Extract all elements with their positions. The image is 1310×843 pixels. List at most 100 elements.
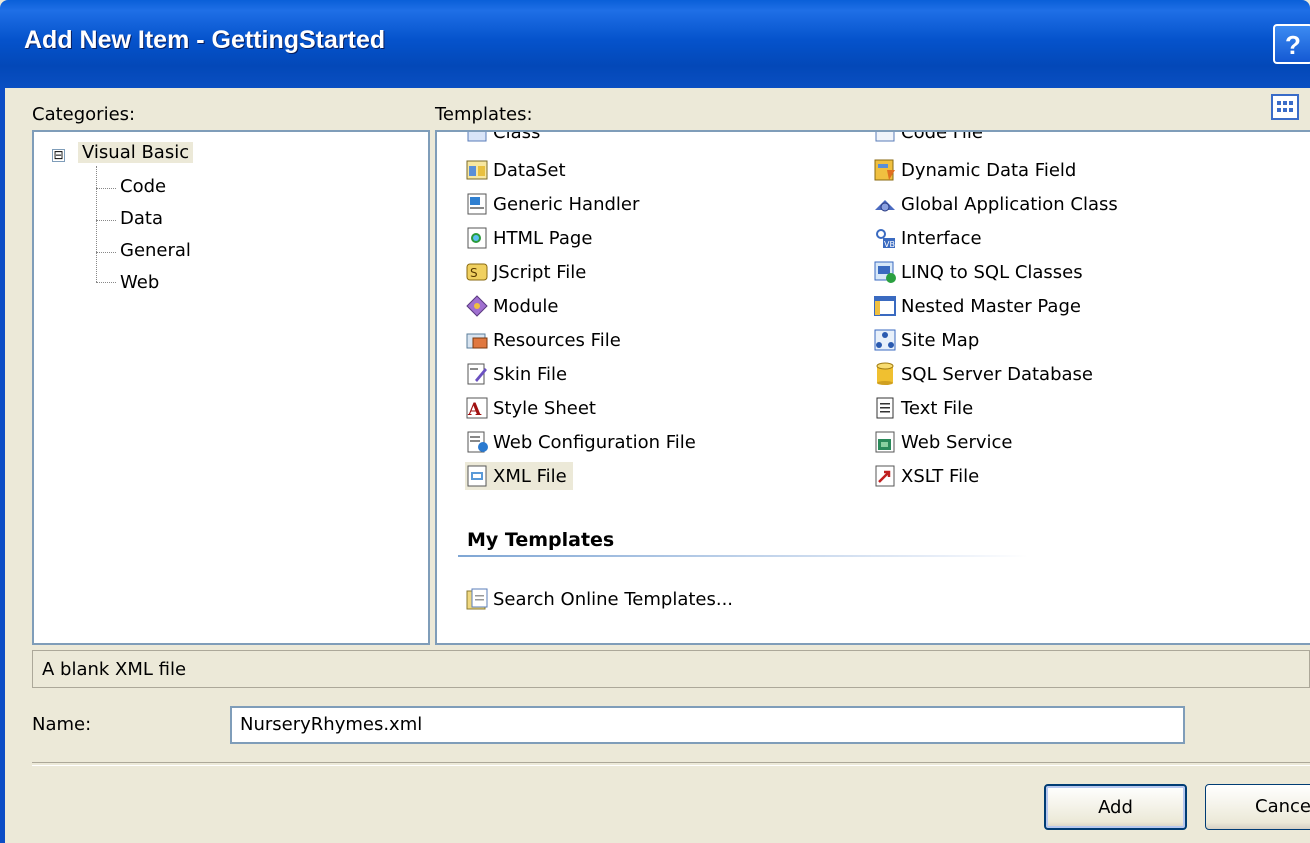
template-label: DataSet xyxy=(493,159,566,181)
xml-file-icon xyxy=(467,465,487,487)
name-label: Name: xyxy=(32,714,92,735)
interface-icon: VB xyxy=(876,229,895,249)
cancel-button[interactable]: Cance xyxy=(1205,784,1310,830)
code-file-icon xyxy=(875,132,895,142)
template-generic-handler[interactable]: Generic Handler xyxy=(465,190,639,218)
my-templates-heading: My Templates xyxy=(467,529,615,551)
generic-handler-icon xyxy=(467,193,487,215)
template-dataset[interactable]: DataSet xyxy=(465,156,566,184)
xslt-file-icon xyxy=(875,465,895,487)
module-icon xyxy=(466,295,488,317)
template-label: Text File xyxy=(901,397,974,419)
view-grid-icon[interactable] xyxy=(1270,93,1300,121)
template-label: Search Online Templates... xyxy=(493,588,734,610)
window-title: Add New Item - GettingStarted xyxy=(24,26,386,54)
template-site-map[interactable]: Site Map xyxy=(873,326,979,354)
template-code-file[interactable]: Code File xyxy=(873,130,983,146)
template-label: Nested Master Page xyxy=(901,295,1081,317)
template-global-application-class[interactable]: Global Application Class xyxy=(873,190,1118,218)
site-map-icon xyxy=(874,329,896,351)
template-sql-server-database[interactable]: SQL Server Database xyxy=(873,360,1093,388)
jscript-file-icon: S xyxy=(466,263,488,281)
sql-database-icon xyxy=(876,362,894,385)
template-interface[interactable]: VB Interface xyxy=(873,224,982,252)
tree-node-data[interactable]: Data xyxy=(120,208,163,229)
help-icon: ? xyxy=(1285,30,1301,60)
tree-node-code[interactable]: Code xyxy=(120,176,166,197)
template-label: Web Service xyxy=(901,431,1013,453)
tree-line xyxy=(96,252,116,253)
collapse-icon[interactable]: ⊟ xyxy=(52,149,65,162)
template-dynamic-data-field[interactable]: Dynamic Data Field xyxy=(873,156,1076,184)
template-label: Site Map xyxy=(901,329,980,351)
description-bar: A blank XML file xyxy=(32,650,1310,688)
section-divider xyxy=(458,555,1028,557)
web-config-icon xyxy=(467,431,488,453)
template-search-online[interactable]: Search Online Templates... xyxy=(465,585,733,613)
help-button[interactable]: ? xyxy=(1273,24,1310,64)
window-frame xyxy=(0,88,5,843)
template-label: Module xyxy=(493,295,559,317)
template-label: Web Configuration File xyxy=(493,431,696,453)
svg-text:VB: VB xyxy=(884,240,895,249)
name-input[interactable]: NurseryRhymes.xml xyxy=(230,706,1185,744)
template-html-page[interactable]: HTML Page xyxy=(465,224,592,252)
tree-node-general[interactable]: General xyxy=(120,240,191,261)
template-label: Skin File xyxy=(493,363,568,385)
template-label: XML File xyxy=(493,465,567,487)
tree-node-visual-basic[interactable]: Visual Basic xyxy=(78,142,194,163)
tree-line xyxy=(96,220,116,221)
template-resources-file[interactable]: Resources File xyxy=(465,326,621,354)
template-label: Dynamic Data Field xyxy=(901,159,1077,181)
template-module[interactable]: Module xyxy=(465,292,558,320)
template-class[interactable]: Class xyxy=(465,130,541,146)
templates-label: Templates: xyxy=(435,104,533,125)
tree-node-web[interactable]: Web xyxy=(120,272,159,293)
resources-file-icon xyxy=(466,333,488,349)
template-label: Generic Handler xyxy=(493,193,640,215)
template-text-file[interactable]: Text File xyxy=(873,394,973,422)
nested-master-page-icon xyxy=(874,296,896,316)
skin-file-icon xyxy=(467,363,487,385)
separator xyxy=(32,762,1310,766)
template-xslt-file[interactable]: XSLT File xyxy=(873,462,979,490)
web-service-icon xyxy=(875,431,895,453)
template-label: JScript File xyxy=(493,261,587,283)
dataset-icon xyxy=(466,160,488,180)
dynamic-data-field-icon xyxy=(874,159,895,181)
tree-node-label: Visual Basic xyxy=(78,142,194,163)
style-sheet-icon: A xyxy=(466,397,488,420)
tree-line xyxy=(96,282,116,283)
template-web-service[interactable]: Web Service xyxy=(873,428,1013,456)
template-style-sheet[interactable]: A Style Sheet xyxy=(465,394,596,422)
text-file-icon xyxy=(876,397,894,419)
template-web-configuration-file[interactable]: Web Configuration File xyxy=(465,428,696,456)
template-skin-file[interactable]: Skin File xyxy=(465,360,567,388)
tree-line xyxy=(96,166,97,282)
template-label: Style Sheet xyxy=(493,397,596,419)
categories-tree[interactable]: ⊟ Visual Basic Code Data General Web xyxy=(32,130,430,645)
search-online-icon xyxy=(466,588,488,610)
template-label: Code File xyxy=(901,130,983,143)
template-label: Class xyxy=(493,130,541,143)
class-icon xyxy=(467,132,487,142)
add-button[interactable]: Add xyxy=(1044,784,1187,830)
svg-text:A: A xyxy=(467,400,482,420)
template-label: Interface xyxy=(901,227,982,249)
template-label: LINQ to SQL Classes xyxy=(901,261,1083,283)
template-label: SQL Server Database xyxy=(901,363,1093,385)
description-text: A blank XML file xyxy=(42,659,187,680)
template-linq-to-sql-classes[interactable]: LINQ to SQL Classes xyxy=(873,258,1083,286)
tree-line xyxy=(96,188,116,189)
categories-label: Categories: xyxy=(32,104,136,125)
template-nested-master-page[interactable]: Nested Master Page xyxy=(873,292,1081,320)
templates-list[interactable]: Class Code File DataSet Generic Handler … xyxy=(435,130,1310,645)
title-bar[interactable]: Add New Item - GettingStarted ? xyxy=(0,0,1310,88)
template-jscript-file[interactable]: S JScript File xyxy=(465,258,586,286)
template-xml-file[interactable]: XML File xyxy=(465,462,573,490)
html-page-icon xyxy=(467,227,487,249)
template-label: HTML Page xyxy=(493,227,593,249)
template-label: XSLT File xyxy=(901,465,980,487)
global-app-class-icon xyxy=(875,200,895,212)
linq-to-sql-icon xyxy=(874,261,896,283)
